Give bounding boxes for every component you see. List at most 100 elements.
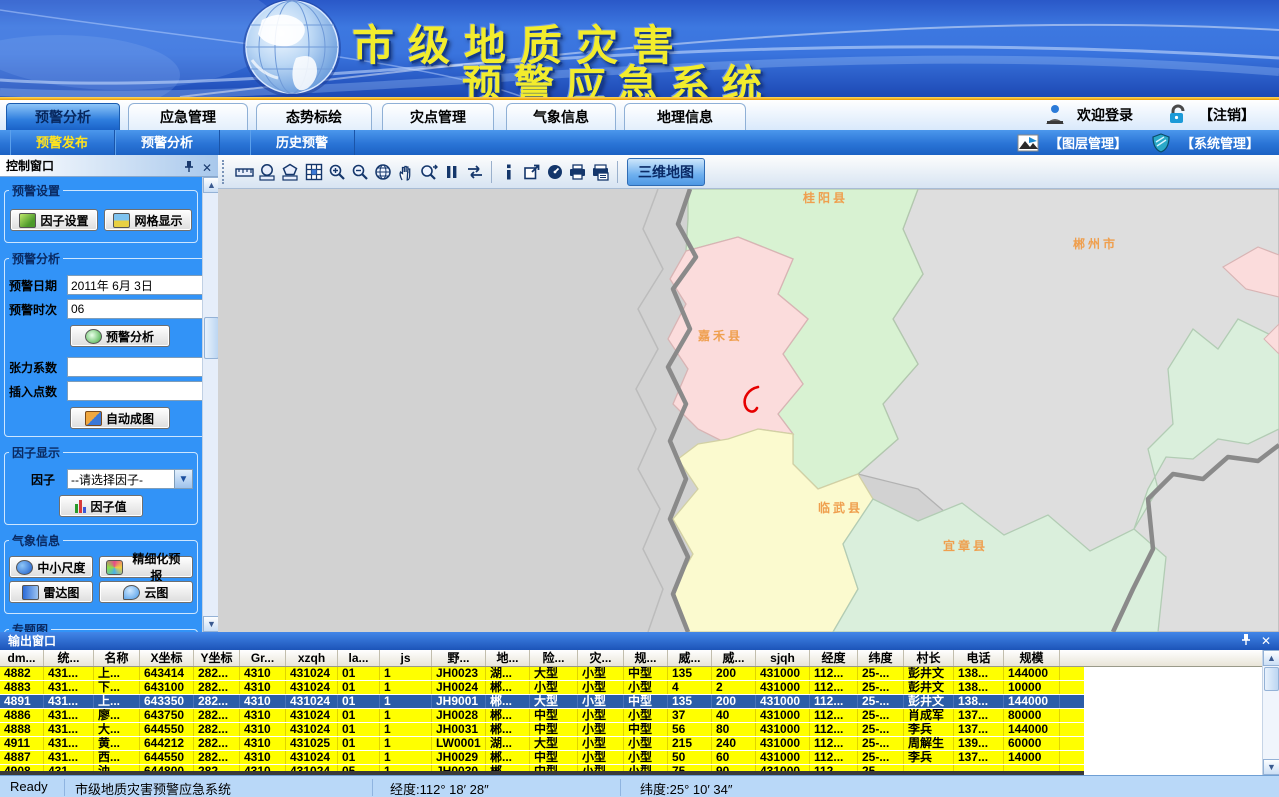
table-row[interactable]: 4883431...下...643100282...4310431024011J… [0,681,1084,695]
table-cell: 10000 [1004,681,1060,694]
table-scrollbar[interactable]: ▲ ▼ [1262,650,1279,775]
tab-situation-plotting[interactable]: 态势标绘 [256,103,372,130]
full-extent-globe-icon[interactable] [371,160,394,184]
pan-hand-icon[interactable] [394,160,417,184]
scroll-up-icon[interactable]: ▲ [1263,650,1279,666]
print-icon[interactable] [566,160,589,184]
table-cell: 240 [712,737,756,750]
table-row[interactable]: 4886431...廖...643750282...4310431024011J… [0,709,1084,723]
factor-settings-button[interactable]: 因子设置 [10,209,98,231]
table-cell: 中型 [530,709,578,722]
tab-weather-info[interactable]: 气象信息 [506,103,616,130]
column-header[interactable]: 纬度 [858,650,904,667]
column-header[interactable]: 经度 [810,650,858,667]
export-icon[interactable] [520,160,543,184]
gauge-icon[interactable] [543,160,566,184]
column-header[interactable]: 威... [712,650,756,667]
table-cell: 小型 [624,751,668,764]
cloud-button[interactable]: 云图 [99,581,193,603]
pin-icon[interactable] [1241,632,1251,650]
table-cell: 431000 [756,751,810,764]
analyze-button[interactable]: 预警分析 [70,325,170,347]
map-toolbar: 三维地图 [218,155,1279,189]
column-header[interactable]: 威... [668,650,712,667]
table-row[interactable]: 4891431...上...643350282...4310431024011J… [0,695,1084,709]
measure-circle-icon[interactable] [256,160,279,184]
tab-emergency-management[interactable]: 应急管理 [128,103,248,130]
radar-button[interactable]: 雷达图 [9,581,93,603]
column-header[interactable]: 险... [530,650,578,667]
zoom-out-icon[interactable] [348,160,371,184]
table-row[interactable]: 4888431...大...644550282...4310431024011J… [0,723,1084,737]
table-cell: 湖... [486,667,530,680]
table-row[interactable]: 4887431...西...644550282...4310431024011J… [0,751,1084,765]
zoom-in-icon[interactable] [325,160,348,184]
auto-map-button[interactable]: 自动成图 [70,407,170,429]
zoom-selection-icon[interactable] [417,160,440,184]
grid-display-icon [113,213,130,228]
column-header[interactable]: 灾... [578,650,624,667]
identify-info-icon[interactable] [497,160,520,184]
column-header[interactable]: 地... [486,650,530,667]
swap-arrows-icon[interactable] [463,160,486,184]
grid-display-button[interactable]: 网格显示 [104,209,192,231]
table-row[interactable]: 4911431...黄...644212282...4310431025011L… [0,737,1084,751]
chevron-down-icon[interactable]: ▼ [174,470,192,488]
print-preview-icon[interactable] [589,160,612,184]
column-header[interactable]: 村长 [904,650,954,667]
logout-link[interactable]: 【注销】 [1199,105,1255,125]
system-manager-link[interactable]: 【系统管理】 [1181,133,1259,152]
map3d-button[interactable]: 三维地图 [627,158,705,186]
grid-icon[interactable] [302,160,325,184]
column-header[interactable]: 规... [624,650,668,667]
column-header[interactable]: 野... [432,650,486,667]
pin-icon[interactable] [184,157,194,179]
measure-polygon-icon[interactable] [279,160,302,184]
subtab-warning-publish[interactable]: 预警发布 [10,130,115,155]
welcome-login-link[interactable]: 欢迎登录 [1077,105,1133,125]
close-icon[interactable]: ✕ [202,157,212,179]
column-header[interactable]: 规模 [1004,650,1060,667]
layer-manager-link[interactable]: 【图层管理】 [1049,133,1127,152]
table-cell: 中型 [624,695,668,708]
panel-scrollbar[interactable]: ▲ ▼ [202,177,219,632]
column-header[interactable]: X坐标 [140,650,194,667]
close-icon[interactable]: ✕ [1261,632,1271,650]
group-weather-info: 气象信息 中小尺度 精细化预报 雷达图 云图 [4,532,198,614]
map-canvas[interactable]: 桂阳县 郴州市 嘉禾县 临武县 宜章县 [218,189,1279,632]
measure-distance-icon[interactable] [233,160,256,184]
table-cell: 小型 [530,681,578,694]
column-header[interactable]: 名称 [94,650,140,667]
column-header[interactable]: la... [338,650,380,667]
toolbar-grip[interactable] [222,160,228,184]
column-header[interactable]: dm... [0,650,44,667]
small-scale-button[interactable]: 中小尺度 [9,556,93,578]
subtab-history-warning[interactable]: 历史预警 [250,130,355,155]
column-header[interactable]: js [380,650,432,667]
auto-map-icon [85,411,102,426]
table-cell: 4888 [0,723,44,736]
factor-value-button[interactable]: 因子值 [59,495,143,517]
tab-warning-analysis[interactable]: 预警分析 [6,103,120,130]
column-header[interactable]: 统... [44,650,94,667]
scroll-down-icon[interactable]: ▼ [1263,759,1279,775]
table-cell: 小型 [578,709,624,722]
column-header[interactable]: Y坐标 [194,650,240,667]
tab-disaster-points[interactable]: 灾点管理 [382,103,494,130]
column-header[interactable]: xzqh [286,650,338,667]
table-cell: 小型 [578,737,624,750]
table-cell: 431024 [286,709,338,722]
scrollbar-thumb[interactable] [1264,667,1279,691]
scrollbar-thumb[interactable] [204,317,219,359]
factor-dropdown[interactable]: --请选择因子- ▼ [67,469,193,489]
table-cell: 431000 [756,723,810,736]
tab-geographic-info[interactable]: 地理信息 [624,103,746,130]
refined-forecast-button[interactable]: 精细化预报 [99,556,193,578]
column-header[interactable]: 电话 [954,650,1004,667]
table-row[interactable]: 4882431...上...643414282...4310431024011J… [0,667,1084,681]
subtab-warning-analysis[interactable]: 预警分析 [115,130,220,155]
column-header[interactable]: sjqh [756,650,810,667]
control-window-title: 控制窗口 [6,159,54,173]
pause-icon[interactable] [440,160,463,184]
column-header[interactable]: Gr... [240,650,286,667]
